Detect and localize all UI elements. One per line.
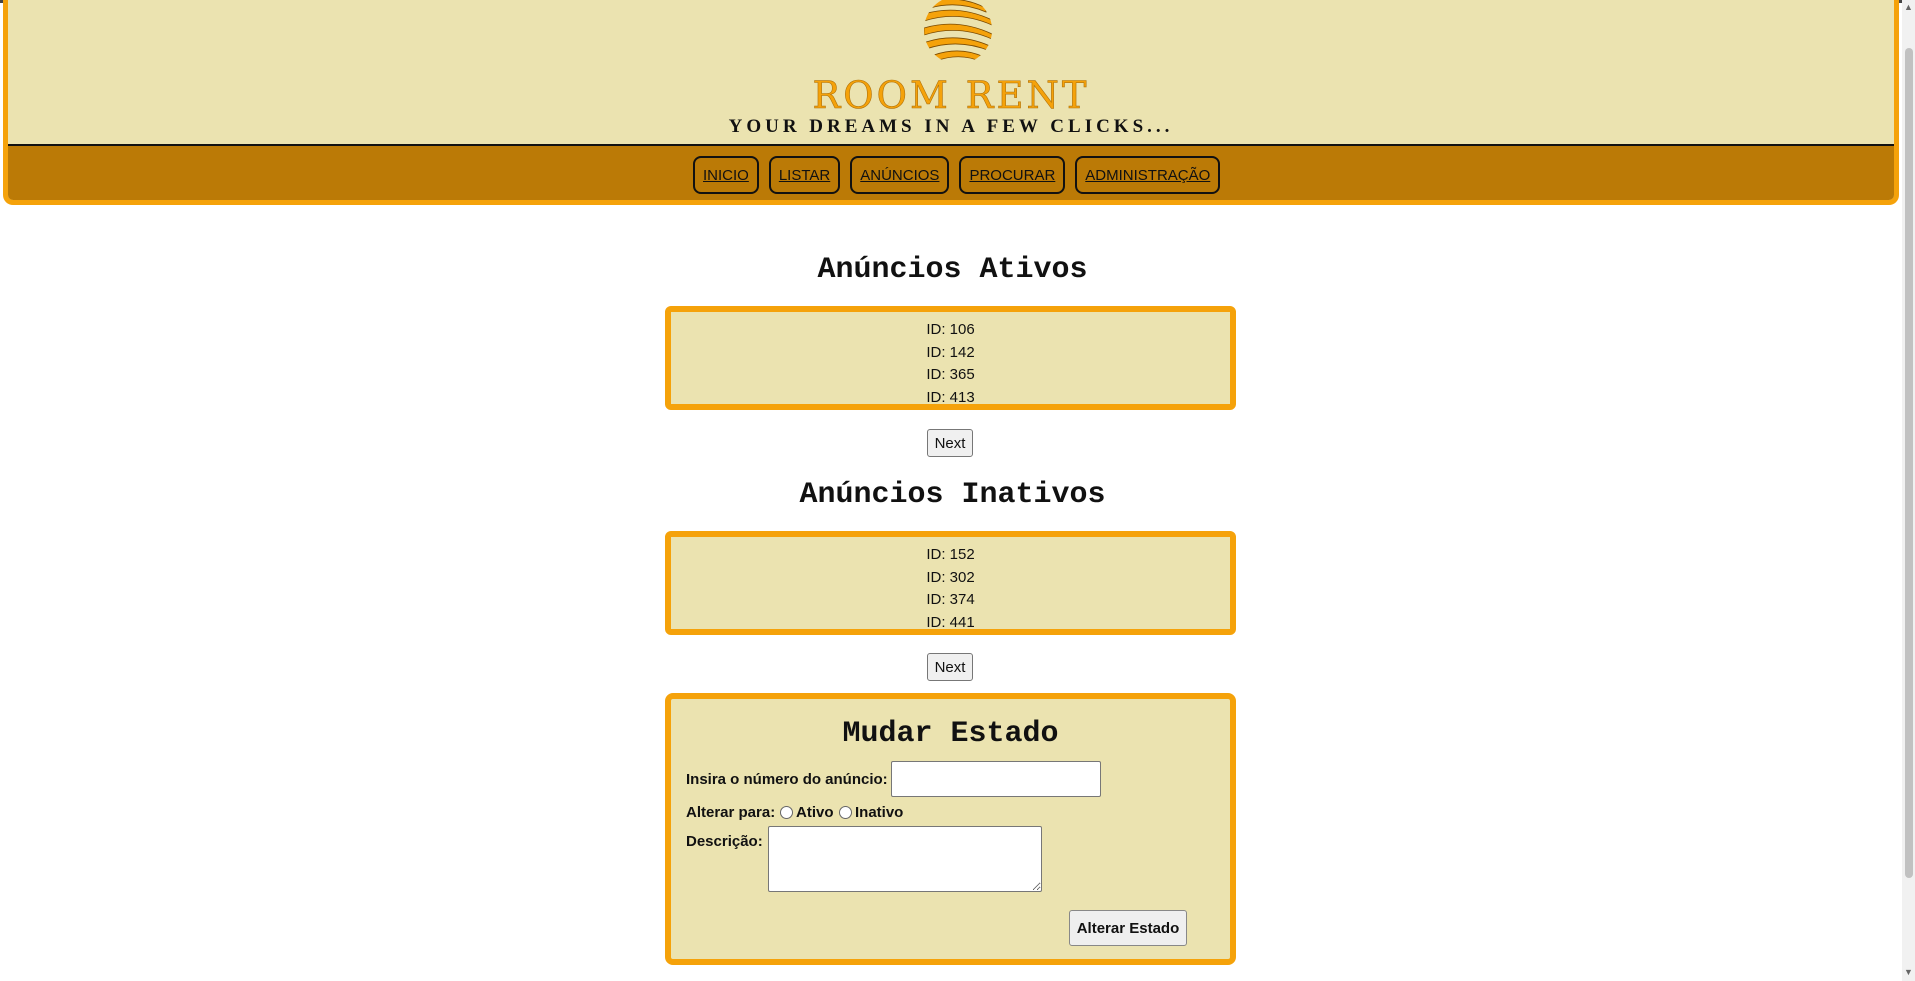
active-ads-list: ID: 106 ID: 142 ID: 365 ID: 413: [665, 306, 1236, 410]
radio-inativo-label: Inativo: [855, 804, 904, 821]
nav-listar[interactable]: LISTAR: [768, 156, 841, 194]
list-item: ID: 374: [926, 591, 975, 608]
list-item: ID: 365: [926, 366, 975, 383]
list-item: ID: 302: [926, 568, 975, 586]
description-textarea[interactable]: [768, 826, 1042, 892]
form-title: Mudar Estado: [842, 717, 1059, 751]
sun-stripes-logo: [924, 0, 992, 63]
alter-to-label: Alterar para:: [686, 804, 776, 821]
radio-ativo[interactable]: [780, 806, 793, 819]
brand-title: ROOM RENT: [812, 74, 1090, 118]
ad-number-label: Insira o número do anúncio:: [686, 771, 888, 788]
scroll-down-icon[interactable]: ▼: [1904, 967, 1913, 977]
active-next-button[interactable]: Next: [927, 429, 973, 457]
list-item: ID: 413: [926, 388, 975, 406]
change-state-button[interactable]: Alterar Estado: [1069, 910, 1187, 946]
change-state-form: Mudar Estado Insira o número do anúncio:…: [665, 693, 1236, 965]
inactive-ads-list: ID: 152 ID: 302 ID: 374 ID: 441: [665, 531, 1236, 635]
nav-anuncios[interactable]: ANÚNCIOS: [850, 156, 950, 194]
nav-administracao[interactable]: ADMINISTRAÇÃO: [1075, 156, 1221, 194]
nav-procurar[interactable]: PROCURAR: [959, 156, 1066, 194]
scroll-thumb[interactable]: [1905, 48, 1913, 878]
nav-inicio[interactable]: INICIO: [693, 156, 759, 194]
list-item: ID: 142: [926, 343, 975, 361]
list-item: ID: 441: [926, 613, 975, 631]
list-item: ID: 152: [926, 546, 975, 563]
list-item: ID: 106: [926, 321, 975, 338]
page-scrollbar[interactable]: ▲ ▼: [1902, 0, 1915, 981]
inactive-ads-title: Anúncios Inativos: [799, 478, 1106, 512]
radio-ativo-label: Ativo: [796, 804, 834, 821]
radio-inativo[interactable]: [839, 806, 852, 819]
site-header: ROOM RENT YOUR DREAMS IN A FEW CLICKS...…: [3, 0, 1899, 205]
active-ads-title: Anúncios Ativos: [817, 253, 1088, 287]
scroll-up-icon[interactable]: ▲: [1904, 2, 1913, 12]
inactive-next-button[interactable]: Next: [927, 653, 973, 681]
brand-slogan: YOUR DREAMS IN A FEW CLICKS...: [728, 116, 1174, 137]
main-nav: INICIO LISTAR ANÚNCIOS PROCURAR ADMINIST…: [8, 144, 1894, 200]
ad-number-input[interactable]: [891, 761, 1101, 797]
description-label: Descrição:: [686, 833, 763, 850]
